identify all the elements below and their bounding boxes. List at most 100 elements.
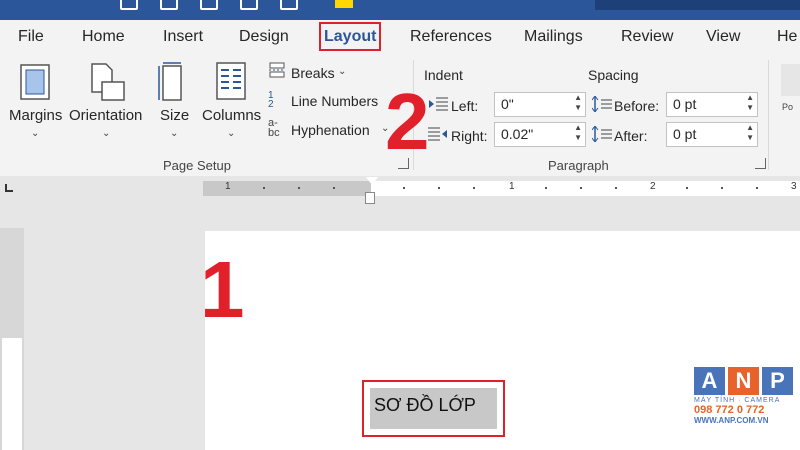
spacing-after-icon (592, 126, 612, 142)
document-text[interactable]: SƠ ĐỒ LỚP (374, 395, 476, 416)
hyphenation-button[interactable]: Hyphenation (291, 122, 370, 138)
size-icon[interactable] (157, 62, 185, 102)
ruler-number: 1 (509, 181, 515, 192)
tab-design[interactable]: Design (239, 28, 289, 46)
margins-button[interactable]: Margins (9, 107, 62, 124)
vertical-ruler[interactable] (0, 228, 24, 450)
step-2-annotation: 2 (385, 77, 430, 166)
indent-right-input[interactable]: 0.02" ▲ ▼ (494, 122, 586, 147)
first-line-indent-icon[interactable] (366, 177, 378, 185)
chevron-down-icon[interactable]: ⌄ (102, 128, 110, 139)
logo-letter: A (694, 367, 725, 395)
ruler-tick (473, 187, 475, 189)
new-document-icon[interactable] (240, 0, 258, 10)
line-numbers-icon[interactable]: 12 (268, 91, 274, 110)
breaks-icon[interactable] (268, 62, 286, 78)
chevron-down-icon[interactable]: ⌄ (170, 128, 178, 139)
columns-icon[interactable] (216, 62, 246, 102)
vertical-ruler-text-area (2, 338, 22, 450)
redo-icon[interactable] (200, 0, 218, 10)
ribbon-tabs: File Home Insert Design Layout Reference… (0, 20, 800, 54)
logo-letters: A N P (694, 367, 794, 395)
chevron-down-icon[interactable]: ⌄ (338, 66, 346, 77)
spacing-title: Spacing (588, 67, 639, 83)
tab-home[interactable]: Home (82, 28, 125, 46)
tab-mailings[interactable]: Mailings (524, 28, 583, 46)
ruler-tick (403, 187, 405, 189)
position-button-label[interactable]: Po (782, 102, 793, 112)
margins-icon[interactable] (20, 64, 50, 100)
hyphenation-icon[interactable]: a-bc (268, 118, 280, 139)
ruler-tick (721, 187, 723, 189)
tab-selector-icon[interactable] (5, 184, 13, 192)
logo-letter: N (728, 367, 759, 395)
ruler-number: 2 (650, 181, 656, 192)
title-bar (0, 0, 800, 20)
logo-letter: P (762, 367, 793, 395)
chevron-down-icon[interactable]: ⌄ (31, 128, 39, 139)
paragraph-group-label: Paragraph (548, 158, 609, 173)
ruler-number: 3 (791, 181, 797, 192)
step-1-annotation: 1 (200, 245, 245, 334)
indent-left-label: Left: (451, 98, 479, 114)
indent-right-value: 0.02" (501, 126, 534, 142)
logo-website: WWW.ANP.COM.VN (694, 416, 769, 425)
highlight-icon[interactable] (335, 0, 353, 8)
indent-left-value: 0" (501, 96, 514, 112)
anp-logo: A N P MÁY TÍNH · CAMERA 098 772 0 772 WW… (694, 367, 794, 437)
indent-left-icon (428, 97, 448, 111)
indent-left-input[interactable]: 0" ▲ ▼ (494, 92, 586, 117)
orientation-button[interactable]: Orientation (69, 107, 142, 124)
tab-file[interactable]: File (18, 28, 44, 46)
ruler-tick (686, 187, 688, 189)
ruler-tick (580, 187, 582, 189)
indent-title: Indent (424, 67, 463, 83)
columns-button[interactable]: Columns (202, 107, 261, 124)
undo-icon[interactable] (160, 0, 178, 10)
size-button[interactable]: Size (160, 107, 189, 124)
spinner-arrows-icon[interactable]: ▲ ▼ (746, 123, 754, 143)
ruler-tick (756, 187, 758, 189)
chevron-down-icon[interactable]: ⌄ (227, 128, 235, 139)
ruler-tick (333, 187, 335, 189)
position-icon[interactable] (781, 64, 800, 96)
tab-review[interactable]: Review (621, 28, 673, 46)
paragraph-dialog-launcher-icon[interactable] (755, 158, 766, 169)
layout-tab-highlight (319, 22, 381, 51)
ruler-tick (263, 187, 265, 189)
spacing-after-value: 0 pt (673, 126, 697, 142)
tab-insert[interactable]: Insert (163, 28, 203, 46)
ruler-tick (438, 187, 440, 189)
page-setup-group-label: Page Setup (163, 158, 231, 173)
ruler-number: 1 (225, 181, 231, 192)
spinner-arrows-icon[interactable]: ▲ ▼ (574, 123, 582, 143)
spacing-before-input[interactable]: 0 pt ▲ ▼ (666, 92, 758, 117)
open-icon[interactable] (280, 0, 298, 10)
ruler-tick (615, 187, 617, 189)
ruler-tick (545, 187, 547, 189)
orientation-icon[interactable] (88, 62, 128, 102)
logo-tagline: MÁY TÍNH · CAMERA (694, 397, 781, 404)
breaks-button[interactable]: Breaks (291, 65, 335, 81)
selected-text-highlight[interactable]: SƠ ĐỒ LỚP (362, 380, 505, 437)
spacing-after-input[interactable]: 0 pt ▲ ▼ (666, 122, 758, 147)
spacing-before-icon (592, 96, 612, 112)
ruler-tick (298, 187, 300, 189)
spinner-arrows-icon[interactable]: ▲ ▼ (574, 93, 582, 113)
spacing-before-value: 0 pt (673, 96, 697, 112)
logo-phone: 098 772 0 772 (694, 404, 765, 416)
quick-access-toolbar (120, 0, 298, 10)
indent-right-label: Right: (451, 128, 488, 144)
tab-view[interactable]: View (706, 28, 740, 46)
group-divider (768, 60, 769, 170)
horizontal-ruler[interactable]: 1 1 2 3 (203, 177, 800, 196)
search-box[interactable] (595, 0, 800, 10)
tab-help[interactable]: He (777, 28, 797, 46)
save-icon[interactable] (120, 0, 138, 10)
indent-right-icon (428, 127, 448, 141)
tab-references[interactable]: References (410, 28, 492, 46)
line-numbers-button[interactable]: Line Numbers (291, 93, 378, 109)
left-indent-marker-icon[interactable] (365, 192, 375, 204)
spacing-before-label: Before: (614, 98, 660, 114)
spinner-arrows-icon[interactable]: ▲ ▼ (746, 93, 754, 113)
